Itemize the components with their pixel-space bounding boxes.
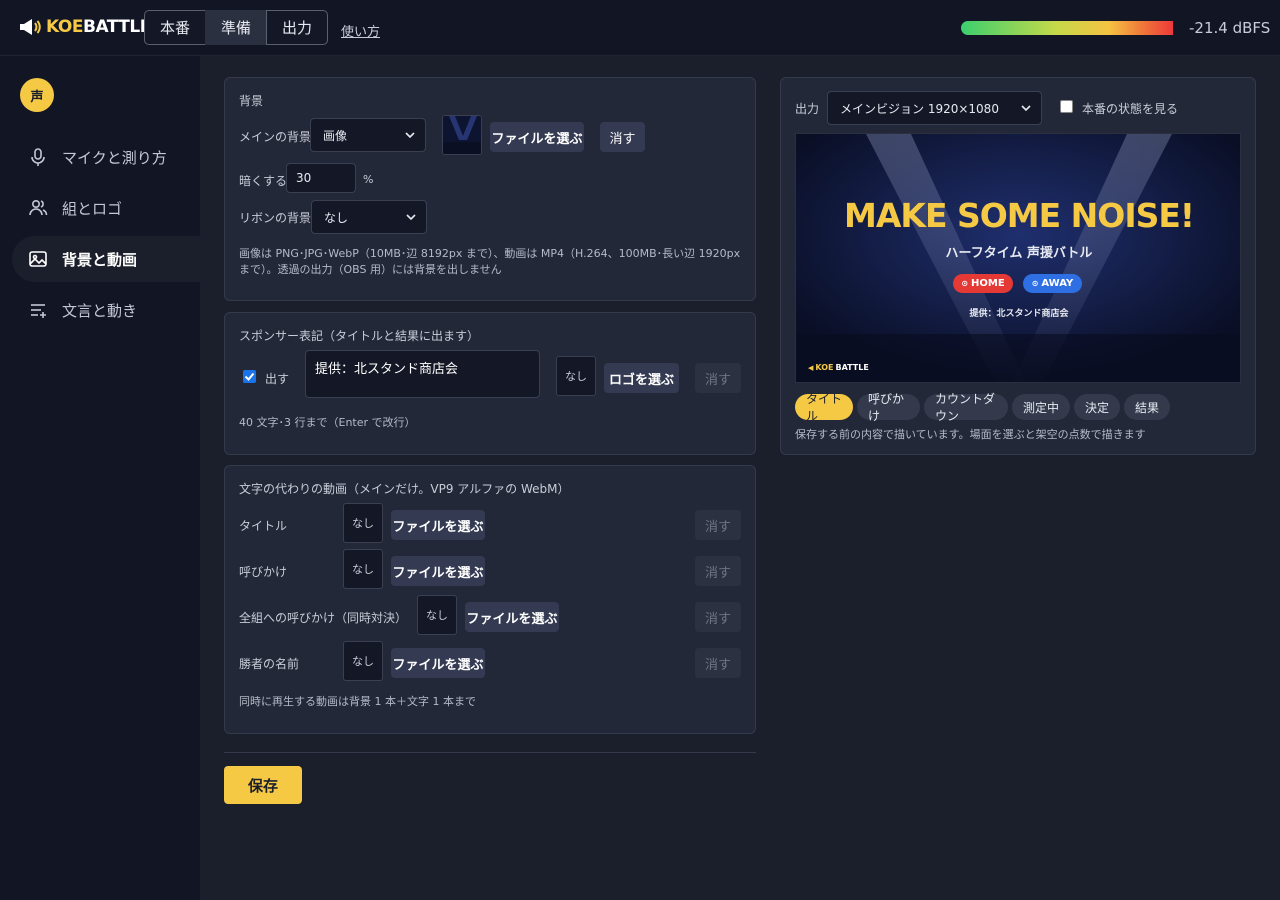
check-icon (244, 372, 255, 381)
sponsor-show-label: 出す (265, 372, 290, 386)
main-bg-select[interactable]: 画像 (310, 118, 426, 152)
sidebar-item-teams[interactable]: 組とロゴ (12, 185, 200, 231)
sidebar: 声 マイクと測り方 組とロゴ 背景と動画 文言と動き (0, 56, 200, 900)
video-row-label: タイトル (239, 519, 288, 533)
away-icon: ⊙ (1031, 279, 1039, 288)
sidebar-item-background[interactable]: 背景と動画 (12, 236, 200, 282)
sidebar-item-label: 文言と動き (62, 301, 138, 320)
video-row-thumbnail: なし (343, 641, 383, 681)
output-label: 出力 (795, 102, 820, 116)
level-meter (961, 21, 1173, 35)
live-state-checkbox[interactable] (1060, 100, 1073, 113)
sidebar-item-label: 背景と動画 (62, 250, 138, 269)
sidebar-item-label: マイクと測り方 (62, 148, 167, 167)
megaphone-icon (20, 19, 41, 35)
preview-subtitle: ハーフタイム 声援バトル (945, 246, 1093, 261)
home-icon: ⊙ (961, 279, 969, 288)
megaphone-icon: ◀ (808, 363, 814, 372)
ribbon-bg-select[interactable]: なし (311, 200, 427, 234)
text-video-note: 同時に再生する動画は背景 1 本＋文字 1 本まで (239, 695, 476, 708)
users-icon (29, 199, 48, 216)
chevron-down-icon (405, 132, 415, 139)
darken-input[interactable]: 30 (286, 163, 356, 193)
ribbon-bg-select-value: なし (324, 210, 349, 225)
sponsor-note: 40 文字･3 行まで（Enter で改行） (239, 416, 416, 429)
microphone-icon (31, 148, 45, 166)
sponsor-show-checkbox[interactable] (243, 370, 256, 383)
mode-tabs: 本番 準備 出力 (144, 10, 329, 45)
preview-note: 保存する前の内容で描いています。場面を選ぶと架空の点数で描きます (795, 428, 1146, 441)
video-row-thumbnail: なし (343, 503, 383, 543)
scene-chip-result[interactable]: 結果 (1124, 394, 1170, 420)
main-bg-clear-button[interactable]: 消す (600, 122, 645, 152)
video-row-label: 全組への呼びかけ（同時対決） (239, 611, 408, 625)
preview-logo: ◀ KOE BATTLE (808, 363, 869, 372)
save-button[interactable]: 保存 (224, 766, 302, 804)
preview-away-label: AWAY (1041, 278, 1074, 289)
title-video-choose-file-button[interactable]: ファイルを選ぶ (391, 510, 485, 540)
darken-unit: % (363, 173, 374, 186)
sidebar-item-text[interactable]: 文言と動き (12, 287, 200, 333)
main-bg-select-value: 画像 (323, 128, 348, 143)
preview-logo-koe: KOE (815, 363, 834, 372)
scene-chip-decided[interactable]: 決定 (1074, 394, 1120, 420)
tab-prepare[interactable]: 準備 (205, 10, 268, 45)
app-logo[interactable]: KOEBATTLE (18, 17, 151, 37)
divider (224, 752, 756, 753)
preview-headline: MAKE SOME NOISE! (844, 196, 1195, 235)
scene-chip-measuring[interactable]: 測定中 (1012, 394, 1070, 420)
background-note: 画像は PNG･JPG･WebP（10MB･辺 8192px まで）、動画は M… (239, 247, 741, 276)
main-bg-choose-file-button[interactable]: ファイルを選ぶ (490, 122, 584, 152)
chevron-down-icon (1021, 105, 1031, 112)
help-link[interactable]: 使い方 (341, 21, 380, 40)
winner-video-choose-file-button[interactable]: ファイルを選ぶ (391, 648, 485, 678)
title-video-clear-button[interactable]: 消す (695, 510, 741, 540)
call-video-clear-button[interactable]: 消す (695, 556, 741, 586)
winner-video-clear-button[interactable]: 消す (695, 648, 741, 678)
sidebar-item-mic[interactable]: マイクと測り方 (12, 134, 200, 180)
all-call-video-clear-button[interactable]: 消す (695, 602, 741, 632)
sponsor-panel-title: スポンサー表記（タイトルと結果に出ます） (239, 329, 480, 343)
preview-logo-battle: BATTLE (835, 363, 869, 372)
avatar[interactable]: 声 (20, 78, 54, 112)
output-preview: MAKE SOME NOISE! ハーフタイム 声援バトル ⊙ HOME ⊙ AWA… (795, 133, 1241, 383)
background-panel-title: 背景 (239, 94, 264, 108)
video-row-thumbnail: なし (343, 549, 383, 589)
image-icon (29, 251, 47, 267)
level-meter-value: -21.4 dBFS (1189, 19, 1271, 37)
output-select-value: メインビジョン 1920×1080 (840, 101, 999, 116)
sidebar-item-label: 組とロゴ (62, 199, 123, 218)
chevron-down-icon (406, 214, 416, 221)
ribbon-bg-label: リボンの背景 (239, 211, 312, 225)
preview-away-badge: ⊙ AWAY (1023, 274, 1082, 293)
live-state-label: 本番の状態を見る (1082, 102, 1179, 116)
sponsor-choose-logo-button[interactable]: ロゴを選ぶ (604, 363, 679, 393)
top-bar: KOEBATTLE 本番 準備 出力 使い方 -21.4 dBFS (0, 0, 1280, 56)
preview-home-badge: ⊙ HOME (953, 274, 1013, 293)
output-select[interactable]: メインビジョン 1920×1080 (827, 91, 1042, 125)
tab-live[interactable]: 本番 (144, 10, 207, 45)
logo-text-koe: KOE (46, 17, 83, 37)
video-row-thumbnail: なし (417, 595, 457, 635)
text-lines-icon (31, 304, 46, 318)
sponsor-text-field[interactable]: 提供：北スタンド商店会 (305, 350, 540, 398)
text-video-panel-title: 文字の代わりの動画（メインだけ。VP9 アルファの WebM） (239, 482, 570, 496)
preview-home-label: HOME (971, 278, 1005, 289)
sponsor-clear-button[interactable]: 消す (695, 363, 741, 393)
video-row-label: 勝者の名前 (239, 657, 300, 671)
main-bg-label: メインの背景 (239, 130, 312, 144)
tab-output[interactable]: 出力 (266, 10, 329, 45)
darken-label: 暗くする (239, 174, 288, 188)
all-call-video-choose-file-button[interactable]: ファイルを選ぶ (465, 602, 559, 632)
bg-image-thumbnail (442, 115, 482, 155)
call-video-choose-file-button[interactable]: ファイルを選ぶ (391, 556, 485, 586)
preview-sponsor: 提供：北スタンド商店会 (969, 309, 1069, 319)
scene-chip-call[interactable]: 呼びかけ (857, 392, 920, 423)
logo-text-battle: BATTLE (82, 17, 151, 37)
sponsor-logo-thumbnail: なし (556, 356, 596, 396)
scene-chip-title[interactable]: タイトル (795, 392, 853, 423)
scene-chip-countdown[interactable]: カウントダウン (924, 392, 1008, 423)
video-row-label: 呼びかけ (239, 565, 288, 579)
